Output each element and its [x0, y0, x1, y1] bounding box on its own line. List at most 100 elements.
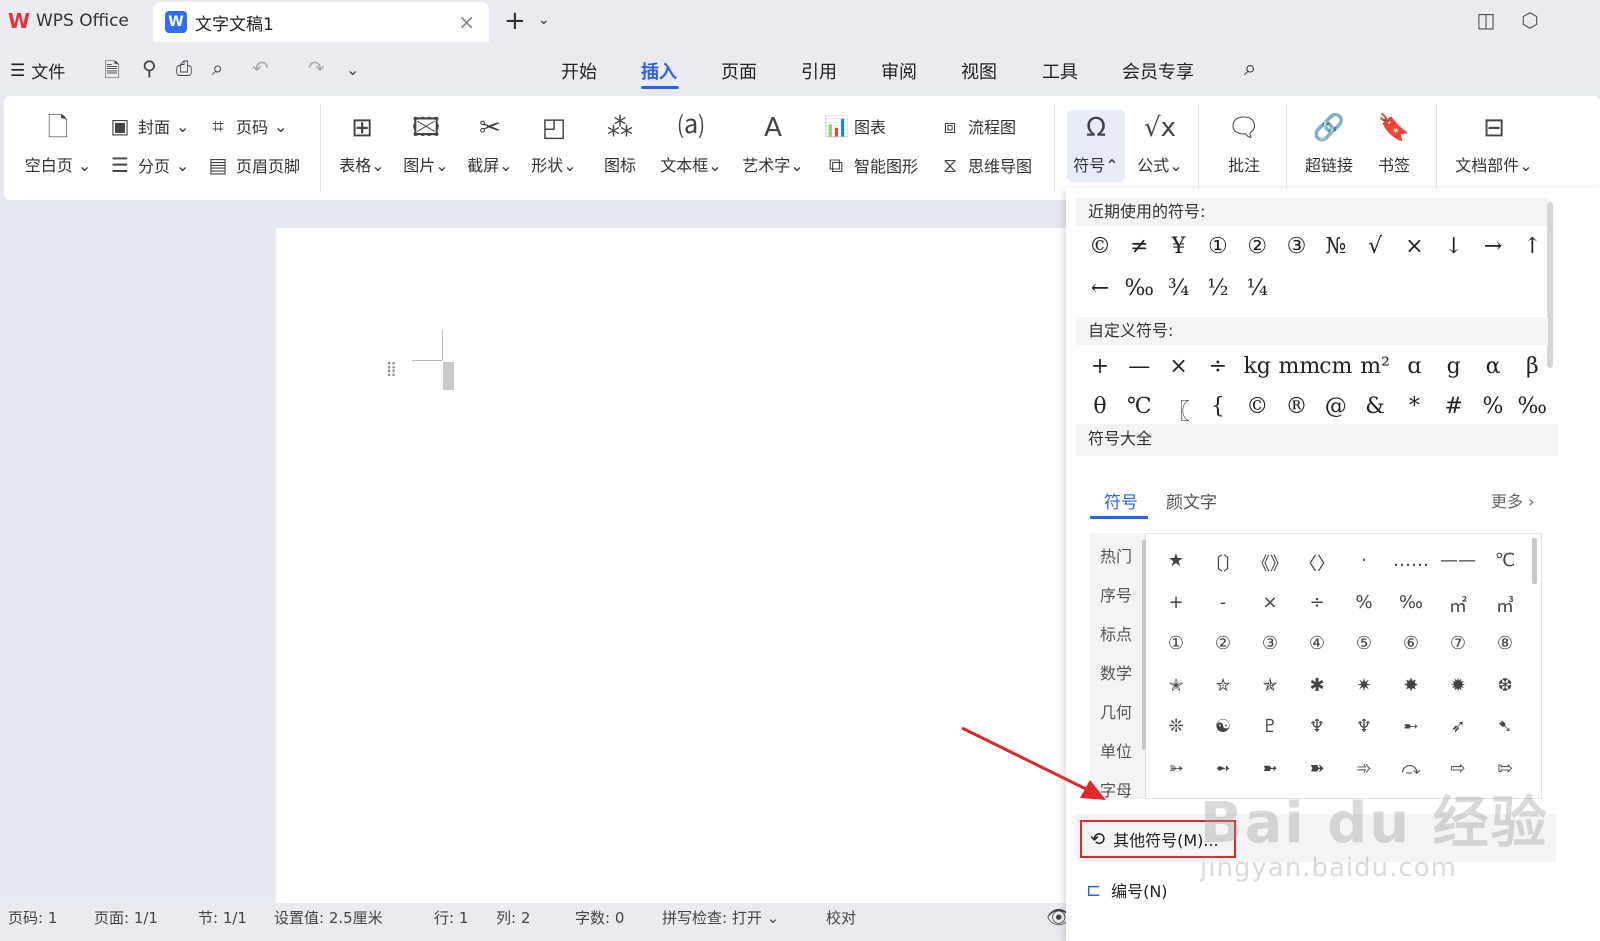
hyperlink-button[interactable]: 🔗 超链接	[1298, 110, 1360, 176]
library-symbol[interactable]: ⤼	[1391, 758, 1431, 779]
quick-access-more-icon[interactable]: ⌄	[346, 60, 359, 79]
library-symbol[interactable]: 《》	[1250, 550, 1290, 576]
library-symbol[interactable]: ➽	[1297, 758, 1337, 779]
save-icon[interactable]: 🗎	[104, 56, 120, 90]
grid-scrollbar[interactable]	[1532, 538, 1537, 584]
custom-symbol[interactable]: ÷	[1200, 354, 1236, 379]
layout-icon[interactable]: ◫	[1474, 8, 1498, 32]
chevron-down-icon[interactable]: ⌄	[538, 12, 550, 28]
format-painter-icon[interactable]: ⚲	[142, 56, 157, 80]
file-menu[interactable]: ☰ 文件	[10, 58, 65, 84]
library-symbol[interactable]: ·	[1344, 550, 1384, 571]
library-symbol[interactable]: ☯	[1203, 716, 1243, 737]
tab-symbols[interactable]: 符号	[1104, 488, 1138, 513]
custom-symbol[interactable]: g	[1436, 354, 1472, 379]
category-item[interactable]: 几何	[1100, 699, 1132, 723]
category-item[interactable]: 热门	[1100, 543, 1132, 567]
redo-icon[interactable]: ↷	[308, 56, 325, 80]
custom-symbol[interactable]: @	[1318, 394, 1354, 419]
custom-symbol[interactable]: 〖	[1161, 394, 1197, 426]
recent-symbol[interactable]: ↑	[1514, 234, 1550, 259]
tab-references[interactable]: 引用	[801, 58, 837, 84]
library-symbol[interactable]: ♆	[1297, 716, 1337, 737]
drag-handle-icon[interactable]: ⁞⁞	[386, 359, 397, 379]
search-icon[interactable]: ⌕	[1244, 56, 1256, 81]
custom-symbol[interactable]: +	[1082, 354, 1118, 379]
bookmark-button[interactable]: 🔖 书签	[1368, 110, 1420, 176]
status-page[interactable]: 页面: 1/1	[94, 907, 158, 928]
library-symbol[interactable]: ②	[1203, 633, 1243, 654]
library-symbol[interactable]: ➷	[1485, 716, 1525, 737]
library-symbol[interactable]: ♇	[1250, 716, 1290, 737]
wps-home-tab[interactable]: W WPS Office	[0, 0, 146, 42]
more-link[interactable]: 更多 ›	[1491, 488, 1535, 512]
category-item[interactable]: 数学	[1100, 660, 1132, 684]
library-symbol[interactable]: ➼	[1250, 758, 1290, 779]
library-symbol[interactable]: ⇰	[1485, 758, 1525, 779]
custom-symbol[interactable]: ×	[1161, 354, 1197, 379]
library-symbol[interactable]: ④	[1297, 633, 1337, 654]
custom-symbol[interactable]: β	[1514, 354, 1550, 379]
picture-button[interactable]: 🖾 图片⌄	[400, 110, 452, 176]
category-item[interactable]: 单位	[1100, 738, 1132, 762]
custom-symbol[interactable]: m²	[1357, 354, 1393, 379]
custom-symbol[interactable]: #	[1436, 394, 1472, 419]
recent-symbol[interactable]: ½	[1200, 276, 1236, 301]
library-symbol[interactable]: ①	[1156, 633, 1196, 654]
recent-symbol[interactable]: ①	[1200, 234, 1236, 259]
library-symbol[interactable]: ❆	[1485, 675, 1525, 696]
shape-button[interactable]: ◰ 形状⌄	[528, 110, 580, 176]
screenshot-button[interactable]: ✂ 截屏⌄	[464, 110, 516, 176]
icon-button[interactable]: ⁂ 图标	[596, 110, 644, 176]
library-symbol[interactable]: ⇨	[1438, 758, 1478, 779]
library-symbol[interactable]: +	[1156, 592, 1196, 613]
library-symbol[interactable]: ★	[1156, 550, 1196, 571]
cube-icon[interactable]: ⬡	[1518, 8, 1542, 32]
recent-symbol[interactable]: ②	[1239, 234, 1275, 259]
recent-symbol[interactable]: ←	[1082, 276, 1118, 301]
comment-button[interactable]: 🗨 批注	[1214, 110, 1274, 176]
recent-symbol[interactable]: ≠	[1121, 234, 1157, 259]
status-setting[interactable]: 设置值: 2.5厘米	[274, 907, 383, 928]
library-symbol[interactable]: ➻	[1203, 758, 1243, 779]
tab-review[interactable]: 审阅	[881, 58, 917, 84]
custom-symbol[interactable]: cm	[1318, 354, 1354, 379]
recent-symbol[interactable]: ↓	[1436, 234, 1472, 259]
textbox-button[interactable]: ⒜ 文本框⌄	[658, 110, 724, 176]
cover-button[interactable]: ▣ 封面 ⌄	[108, 114, 190, 138]
library-symbol[interactable]: ⑥	[1391, 633, 1431, 654]
library-symbol[interactable]: ——	[1438, 550, 1478, 571]
status-proof[interactable]: 校对	[826, 907, 856, 928]
library-symbol[interactable]: ㎡	[1438, 592, 1478, 618]
library-symbol[interactable]: ✭	[1156, 675, 1196, 696]
custom-symbol[interactable]: ℃	[1121, 394, 1157, 419]
tab-member[interactable]: 会员专享	[1122, 58, 1194, 84]
formula-button[interactable]: √x 公式⌄	[1132, 110, 1188, 176]
library-symbol[interactable]: ❊	[1156, 716, 1196, 737]
tab-view[interactable]: 视图	[961, 58, 997, 84]
recent-symbol[interactable]: ×	[1396, 234, 1432, 259]
library-symbol[interactable]: ♆	[1344, 716, 1384, 737]
recent-symbol[interactable]: ¾	[1161, 276, 1197, 301]
library-symbol[interactable]: ➳	[1156, 758, 1196, 779]
library-symbol[interactable]: ⑤	[1344, 633, 1384, 654]
library-symbol[interactable]: -	[1203, 592, 1243, 613]
recent-symbol[interactable]: √	[1357, 234, 1393, 259]
print-icon[interactable]: ⎙	[176, 56, 192, 80]
document-tab[interactable]: W 文字文稿1 ×	[153, 2, 489, 42]
custom-symbol[interactable]: kg	[1239, 354, 1275, 379]
doc-parts-button[interactable]: ⊟ 文档部件⌄	[1450, 110, 1538, 176]
library-symbol[interactable]: %	[1344, 592, 1384, 613]
document-page[interactable]	[276, 228, 1076, 904]
status-word-count[interactable]: 字数: 0	[575, 907, 624, 928]
table-button[interactable]: ⊞ 表格⌄	[336, 110, 388, 176]
undo-icon[interactable]: ↶	[252, 56, 269, 80]
flowchart-button[interactable]: ⧈ 流程图	[938, 114, 1016, 138]
custom-symbol[interactable]: {	[1200, 394, 1236, 419]
status-page-code[interactable]: 页码: 1	[8, 907, 57, 928]
tab-insert[interactable]: 插入	[641, 58, 677, 84]
recent-symbol[interactable]: ③	[1279, 234, 1315, 259]
library-symbol[interactable]: ③	[1250, 633, 1290, 654]
library-symbol[interactable]: ➶	[1438, 716, 1478, 737]
custom-symbol[interactable]: ®	[1279, 394, 1315, 419]
